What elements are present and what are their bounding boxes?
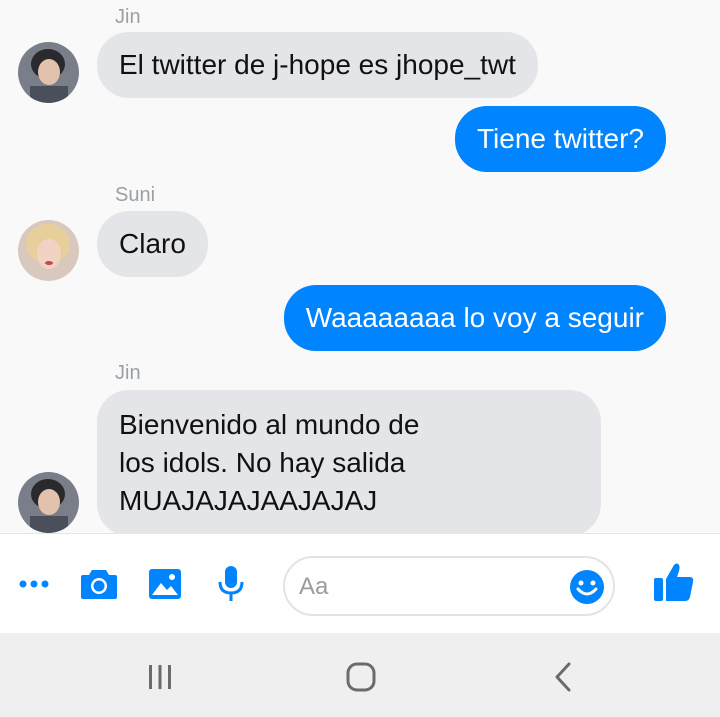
message-bubble-incoming[interactable]: El twitter de j-hope es jhope_twt (97, 32, 538, 98)
more-icon[interactable] (12, 562, 56, 606)
sender-name: Jin (115, 6, 141, 28)
back-icon[interactable] (541, 655, 585, 699)
message-line: MUAJAJAJAAJAJAJ (119, 485, 378, 516)
sender-name: Jin (115, 362, 141, 384)
camera-icon[interactable] (77, 562, 121, 606)
conversation: Jin El twitter de j-hope es jhope_twt Ti… (0, 0, 720, 536)
sender-name: Suni (115, 184, 156, 206)
system-navigation-bar (0, 633, 720, 717)
message-composer (0, 533, 720, 633)
message-line: Bienvenido al mundo de (119, 409, 420, 440)
recent-apps-icon[interactable] (138, 655, 182, 699)
emoji-icon[interactable] (569, 569, 605, 605)
home-icon[interactable] (339, 655, 383, 699)
avatar-jin[interactable] (18, 472, 79, 533)
message-input-field[interactable] (283, 556, 615, 616)
message-input[interactable] (297, 568, 561, 606)
image-icon[interactable] (143, 562, 187, 606)
avatar-jin[interactable] (18, 42, 79, 103)
message-bubble-outgoing[interactable]: Tiene twitter? (454, 106, 666, 172)
avatar-suni[interactable] (18, 220, 79, 281)
message-bubble-outgoing[interactable]: Waaaaaaaa lo voy a seguir (283, 285, 666, 351)
message-bubble-incoming[interactable]: Bienvenido al mundo de los idols. No hay… (97, 390, 601, 536)
thumbs-up-icon[interactable] (650, 558, 698, 606)
microphone-icon[interactable] (209, 562, 253, 606)
message-bubble-incoming[interactable]: Claro (97, 211, 208, 277)
message-line: los idols. No hay salida (119, 447, 406, 478)
